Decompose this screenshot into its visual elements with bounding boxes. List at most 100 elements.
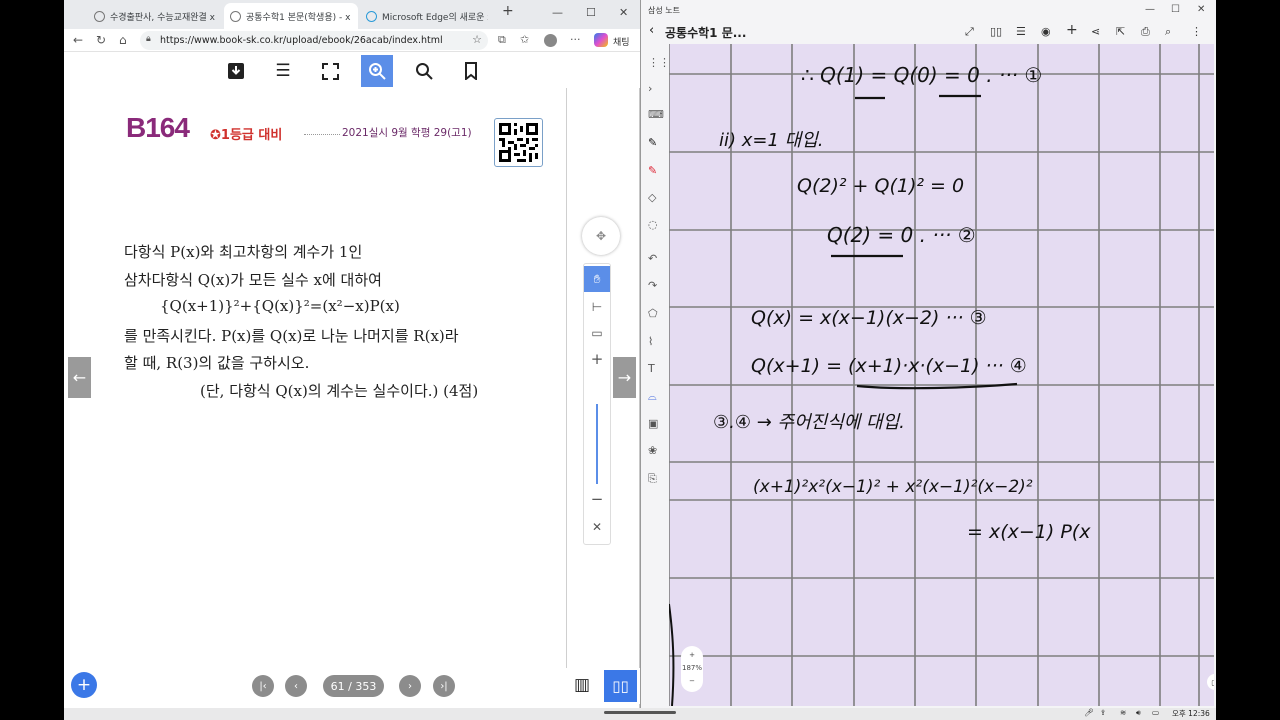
attach-icon[interactable]: ⎘	[648, 472, 657, 486]
wifi-icon[interactable]: ≋	[1120, 708, 1126, 717]
zoom-level: 187%	[681, 664, 702, 672]
more-icon[interactable]: ⋮	[1191, 25, 1202, 38]
zoom-slider[interactable]	[596, 404, 598, 484]
prev-page-arrow[interactable]: ←	[68, 357, 91, 398]
highlighter-icon[interactable]: ✎	[648, 164, 657, 177]
battery-icon[interactable]: ▭	[1152, 708, 1159, 717]
fit-page-icon[interactable]: ▭	[584, 320, 610, 346]
pan-control-icon[interactable]: ✥	[582, 217, 620, 255]
search-icon[interactable]: ⌕	[1165, 25, 1171, 39]
thumbnails-icon[interactable]: ▥	[574, 675, 590, 695]
search-icon[interactable]	[408, 55, 440, 87]
image-icon[interactable]: ▣	[648, 417, 658, 430]
tab-label: 수경출판사, 수능교재완결 x	[110, 12, 215, 23]
minimize-button[interactable]: —	[552, 6, 563, 19]
problem-line-2: 삼차다항식 Q(x)가 모든 실수 x에 대하여	[124, 271, 382, 289]
address-bar: ← ↻ ⌂ 🔒︎ https://www.book-sk.co.kr/uploa…	[64, 29, 640, 52]
mic-icon[interactable]: 🎤︎	[1084, 708, 1094, 717]
zoom-panel: ✥ ✋︎ ⊢ ▭ + − ✕	[582, 205, 620, 550]
tab-label: Microsoft Edge의 새로운 x	[382, 12, 488, 23]
brush-icon[interactable]: ⌇	[648, 335, 653, 348]
sticker-icon[interactable]: ❀	[648, 444, 657, 457]
chat-label[interactable]: 채팅	[613, 35, 630, 48]
taskbar: 🎤︎ ⇪ ≋ 🔊︎ ▭ 오후 12:36	[64, 708, 1216, 720]
qr-code[interactable]	[494, 118, 543, 167]
favorite-star-icon[interactable]: ☆	[472, 33, 482, 46]
bookmark-icon[interactable]	[455, 55, 487, 87]
hw-line-7: ③.④ → 주어진식에 대입.	[713, 412, 905, 433]
notes-toolbar: ‹ 공통수학1 문... ⤢ ▯▯ ☰ ◉ + ⋖ ⇱ ⎙ ⌕ ⋮	[641, 20, 1216, 44]
export-icon[interactable]: ⇱	[1116, 25, 1125, 38]
back-icon[interactable]: ←	[73, 33, 83, 47]
list-icon[interactable]: ☰	[267, 55, 299, 87]
book-view-icon[interactable]: ▯▯	[990, 25, 1002, 38]
text-icon[interactable]: T	[648, 362, 655, 375]
prev-page-icon[interactable]: ‹	[285, 675, 307, 697]
grid-menu-icon[interactable]: ⋮⋮	[648, 56, 670, 69]
problem-equation: {Q(x+1)}²+{Q(x)}²=(x²−x)P(x)	[160, 297, 400, 315]
fullscreen-icon[interactable]	[314, 55, 346, 87]
zoom-minus-icon[interactable]: −	[584, 486, 610, 512]
notes-window: 삼성 노트 — ☐ ✕ ‹ 공통수학1 문... ⤢ ▯▯ ☰ ◉ + ⋖ ⇱ …	[641, 0, 1216, 708]
hw-line-4: Q(2) = 0 . ··· ②	[827, 223, 976, 247]
redo-icon[interactable]: ↷	[648, 279, 657, 292]
hand-tool-icon[interactable]: ✋︎	[584, 266, 610, 292]
tab-sukyung[interactable]: 수경출판사, 수능교재완결 x	[88, 3, 222, 29]
download-icon[interactable]	[220, 55, 252, 87]
volume-icon[interactable]: 🔊︎	[1136, 708, 1141, 718]
zoom-control[interactable]: + 187% −	[681, 646, 703, 692]
back-icon[interactable]: ‹	[649, 23, 654, 38]
more-icon[interactable]: ···	[570, 33, 581, 46]
zoom-in-icon[interactable]: +	[681, 649, 703, 662]
page-indicator[interactable]: 61 / 353	[323, 675, 384, 697]
notes-titlebar: 삼성 노트 — ☐ ✕	[641, 0, 1216, 20]
keyboard-icon[interactable]: ⌨	[648, 108, 664, 121]
tab-edge-new[interactable]: Microsoft Edge의 새로운 x	[360, 3, 494, 29]
two-page-view-icon[interactable]: ▯▯	[604, 670, 637, 702]
maximize-button[interactable]: ☐	[586, 6, 596, 19]
url-field[interactable]: 🔒︎ https://www.book-sk.co.kr/upload/eboo…	[140, 31, 488, 50]
undo-icon[interactable]: ↶	[648, 252, 657, 265]
fit-width-icon[interactable]: ⊢	[584, 294, 610, 320]
share-icon[interactable]: ⋖	[1091, 25, 1100, 38]
new-tab-button[interactable]: +	[502, 3, 514, 19]
next-page-icon[interactable]: ›	[399, 675, 421, 697]
chevron-right-icon[interactable]: ›	[648, 82, 652, 95]
minimize-button[interactable]: —	[1145, 4, 1155, 15]
add-icon[interactable]: +	[1066, 22, 1078, 38]
pen-icon[interactable]: ✎	[648, 136, 657, 149]
voice-icon[interactable]: ◉	[1041, 25, 1051, 38]
profile-avatar[interactable]	[544, 34, 557, 47]
copilot-icon[interactable]	[594, 33, 608, 47]
hw-line-5: Q(x) = x(x−1)(x−2) ··· ③	[751, 307, 987, 329]
clock[interactable]: 오후 12:36	[1172, 708, 1210, 719]
add-button[interactable]: +	[71, 672, 97, 698]
lasso-icon[interactable]: ◌	[648, 218, 658, 231]
shape-icon[interactable]: ⬠	[648, 307, 658, 320]
note-canvas[interactable]: ∴ Q(1) = Q(0) = 0 . ··· ① ii) x=1 대입. Q(…	[669, 44, 1214, 706]
close-button[interactable]: ✕	[1197, 4, 1205, 15]
problem-line-1: 다항식 P(x)와 최고차항의 계수가 1인	[124, 243, 363, 261]
fill-icon[interactable]: ⌓	[648, 390, 657, 404]
last-page-icon[interactable]: ›|	[433, 675, 455, 697]
gesture-handle[interactable]	[604, 711, 676, 714]
eraser-icon[interactable]: ◇	[648, 191, 656, 204]
refresh-icon[interactable]: ↻	[96, 33, 106, 47]
zoom-plus-icon[interactable]: +	[584, 346, 610, 372]
first-page-icon[interactable]: |‹	[252, 675, 274, 697]
lock-icon: 🔒︎	[146, 34, 151, 44]
handwriting-layer: ∴ Q(1) = Q(0) = 0 . ··· ① ii) x=1 대입. Q(…	[669, 63, 1091, 706]
home-icon[interactable]: ⌂	[119, 33, 127, 47]
list-icon[interactable]: ☰	[1016, 25, 1026, 38]
zoom-in-icon[interactable]	[361, 55, 393, 87]
print-icon[interactable]: ⎙	[1141, 25, 1150, 39]
close-button[interactable]: ✕	[619, 6, 628, 19]
tab-common-math[interactable]: 공통수학1 본문(학생용) - x	[224, 3, 358, 29]
zoom-close-icon[interactable]: ✕	[584, 514, 610, 540]
maximize-button[interactable]: ☐	[1171, 4, 1180, 15]
expand-icon[interactable]: ⤢	[965, 25, 974, 39]
extensions-icon[interactable]: ⧉	[498, 33, 506, 47]
zoom-out-icon[interactable]: −	[681, 675, 703, 688]
favorites-icon[interactable]: ✩	[520, 33, 529, 46]
upload-icon[interactable]: ⇪	[1100, 708, 1106, 717]
